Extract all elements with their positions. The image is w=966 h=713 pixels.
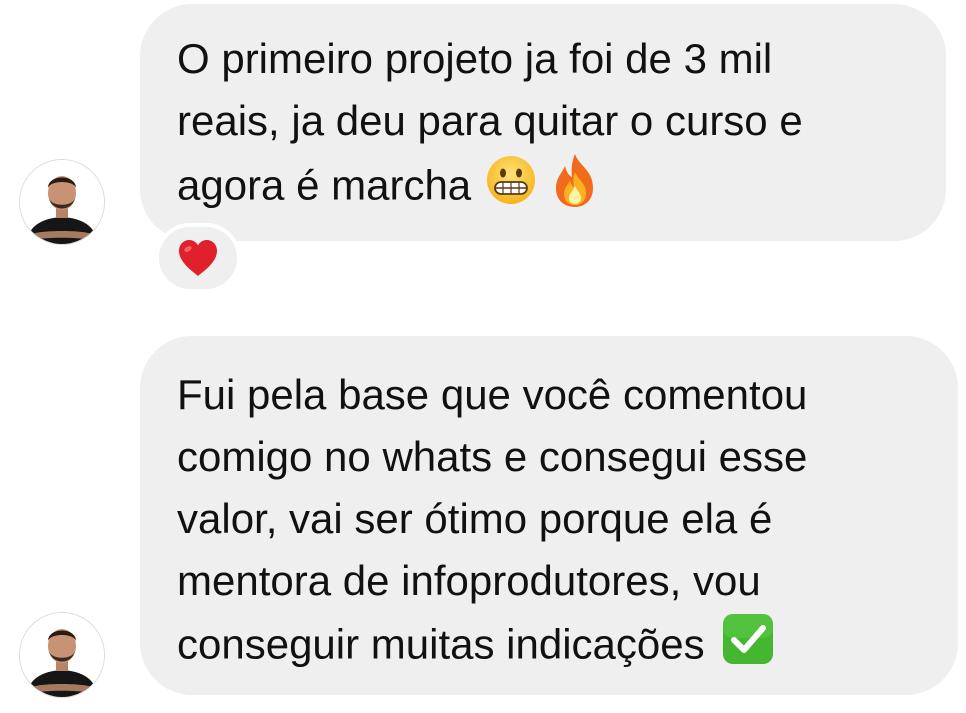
message-bubble[interactable]: O primeiro projeto ja foi de 3 mil reais… [140,4,946,241]
sender-avatar[interactable] [19,159,105,245]
message-bubble[interactable]: Fui pela base que você comentou comigo n… [140,336,958,695]
message-text-line: conseguir muitas indicações [177,612,930,683]
fire-emoji-icon [549,152,601,225]
message-text-segment: agora é marcha [177,161,472,209]
message-text-segment: conseguir muitas indicações [177,620,705,668]
message-text-line: Fui pela base que você comentou [177,371,808,418]
message-reaction[interactable] [155,223,241,293]
message-text-line: O primeiro projeto ja foi de 3 mil [177,35,773,82]
message-text-line: agora é marcha [177,152,918,225]
grimacing-face-emoji-icon [485,154,537,223]
avatar-photo-icon [20,613,104,697]
message-text-line: valor, vai ser ótimo porque ela é [177,495,773,542]
check-mark-button-emoji-icon [721,612,775,683]
message-text-line: reais, ja deu para quitar o curso e [177,97,803,144]
red-heart-icon [179,240,217,276]
message-text-line: comigo no whats e consegui esse [177,433,808,480]
avatar-photo-icon [20,160,104,244]
sender-avatar[interactable] [19,612,105,698]
message-text-line: mentora de infoprodutores, vou [177,557,761,604]
